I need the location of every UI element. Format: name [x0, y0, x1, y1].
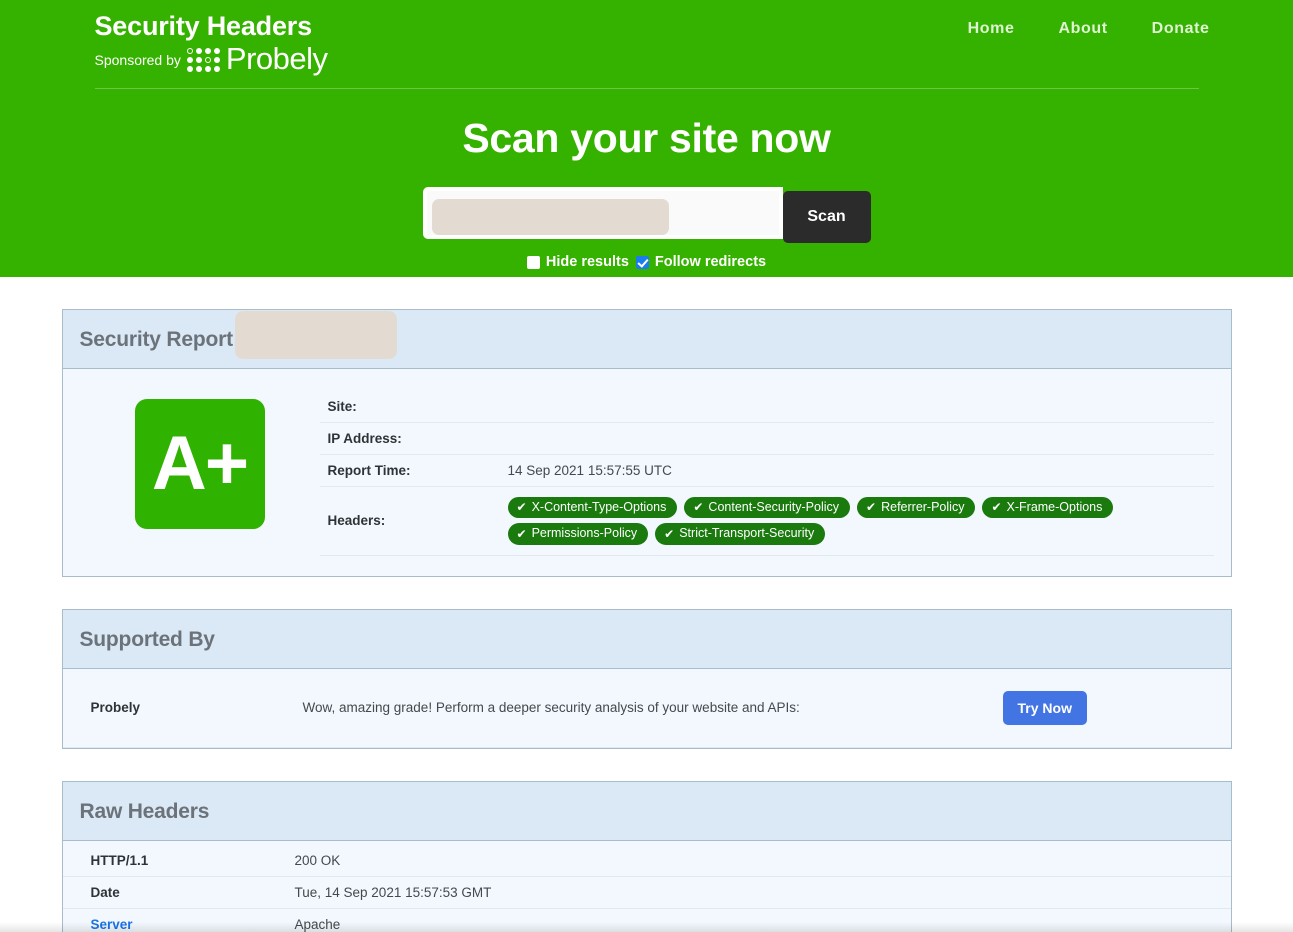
status-badge: ✔ X-Content-Type-Options: [507, 497, 678, 519]
scan-button[interactable]: Scan: [782, 191, 871, 243]
option-follow-redirects[interactable]: Follow redirects: [635, 254, 767, 270]
top-navigation: Home About Donate: [946, 6, 1232, 40]
probely-wordmark: Probely: [225, 41, 328, 76]
status-badge-label: Referrer-Policy: [881, 500, 965, 514]
brand-block[interactable]: Security Headers Sponsored by Probely: [62, 6, 329, 76]
site-logo-title: Security Headers: [94, 11, 313, 41]
check-icon: ✔: [664, 526, 675, 541]
header-badge-list: ✔ X-Content-Type-Options ✔ Content-Secur…: [507, 495, 1128, 547]
site-header: Security Headers Sponsored by Probely Ho…: [0, 0, 1293, 277]
nav-link-about[interactable]: About: [1036, 18, 1129, 40]
check-icon: ✔: [693, 500, 704, 515]
summary-key-report-time: Report Time:: [319, 454, 508, 487]
raw-panel-title: Raw Headers: [79, 799, 210, 823]
supported-panel-header: Supported By: [62, 609, 1231, 669]
check-icon: ✔: [991, 500, 1002, 515]
grade-column: A+: [80, 391, 320, 529]
table-row: Report Time: 14 Sep 2021 15:57:55 UTC: [319, 454, 1214, 487]
nav-link-home[interactable]: Home: [946, 18, 1037, 40]
scan-form: Scan: [62, 187, 1232, 243]
summary-key-site: Site:: [319, 391, 508, 423]
raw-key-http: HTTP/1.1: [62, 840, 295, 877]
probely-logo[interactable]: Probely: [187, 41, 328, 76]
nav-link-donate[interactable]: Donate: [1130, 18, 1232, 40]
summary-layout: A+ Site: IP Address: Report Time: 14 Sep…: [63, 311, 1231, 576]
table-row: IP Address:: [319, 422, 1214, 455]
option-hide-results[interactable]: Hide results: [526, 254, 629, 270]
summary-value-headers: ✔ X-Content-Type-Options ✔ Content-Secur…: [507, 486, 1214, 556]
supported-table: Probely Wow, amazing grade! Perform a de…: [62, 668, 1231, 748]
summary-key-ip: IP Address:: [319, 422, 508, 455]
status-badge-label: Strict-Transport-Security: [679, 526, 815, 541]
scan-options: Hide results Follow redirects: [62, 254, 1232, 270]
status-badge: ✔ X-Frame-Options: [982, 497, 1114, 519]
check-icon: ✔: [516, 526, 527, 541]
try-now-button[interactable]: Try Now: [1002, 690, 1087, 725]
grade-badge: A+: [134, 399, 265, 529]
sponsor-description-cell: Wow, amazing grade! Perform a deeper sec…: [302, 668, 1003, 748]
table-row: Server Apache: [62, 908, 1231, 932]
raw-value-server: Apache: [294, 908, 1231, 932]
summary-value-ip: [507, 422, 1214, 455]
supported-panel-title: Supported By: [79, 627, 215, 651]
raw-key-server-link[interactable]: Server: [91, 917, 133, 932]
table-row: Site:: [319, 391, 1214, 423]
summary-value-site: [507, 391, 1214, 423]
summary-table: Site: IP Address: Report Time: 14 Sep 20…: [319, 391, 1214, 556]
check-icon: ✔: [866, 500, 877, 515]
security-report-summary-panel: Security Report Summary A+ Site: IP Addr…: [61, 309, 1232, 577]
summary-panel-body: A+ Site: IP Address: Report Time: 14 Sep…: [63, 311, 1231, 576]
redacted-site-block: [234, 311, 397, 359]
table-row: Headers: ✔ X-Content-Type-Options ✔ Cont…: [319, 486, 1214, 556]
table-row: Date Tue, 14 Sep 2021 15:57:53 GMT: [62, 876, 1231, 909]
table-row: HTTP/1.1 200 OK: [62, 840, 1231, 877]
sponsor-row: Sponsored by Probely: [94, 41, 329, 76]
supported-by-panel: Supported By Probely Wow, amazing grade!…: [61, 608, 1232, 749]
status-badge: ✔ Permissions-Policy: [507, 523, 649, 545]
raw-value-date: Tue, 14 Sep 2021 15:57:53 GMT: [294, 876, 1231, 909]
summary-key-headers: Headers:: [319, 486, 508, 556]
page-title: Scan your site now: [462, 115, 831, 161]
raw-key-server: Server: [62, 908, 295, 932]
main-content: Security Report Summary A+ Site: IP Addr…: [47, 309, 1247, 932]
supported-panel-body: Probely Wow, amazing grade! Perform a de…: [62, 668, 1231, 748]
sponsored-by-label: Sponsored by: [94, 52, 181, 68]
check-icon: ✔: [516, 500, 527, 515]
status-badge-label: X-Content-Type-Options: [531, 500, 667, 514]
status-badge: ✔ Referrer-Policy: [857, 497, 976, 519]
table-row: Probely Wow, amazing grade! Perform a de…: [62, 668, 1231, 748]
status-badge: ✔ Strict-Transport-Security: [655, 523, 826, 545]
sponsor-name-cell: Probely: [62, 668, 303, 748]
status-badge: ✔ Content-Security-Policy: [684, 497, 851, 519]
summary-value-report-time: 14 Sep 2021 15:57:55 UTC: [507, 454, 1214, 487]
raw-value-http: 200 OK: [294, 840, 1231, 877]
hide-results-checkbox[interactable]: [526, 255, 540, 269]
raw-headers-panel: Raw Headers HTTP/1.1 200 OK Date Tue, 14…: [61, 780, 1232, 932]
status-badge-label: X-Frame-Options: [1006, 500, 1103, 514]
raw-panel-header: Raw Headers: [62, 781, 1231, 841]
scan-url-input[interactable]: [426, 191, 779, 235]
probely-dotgrid-icon: [187, 48, 221, 73]
raw-headers-table: HTTP/1.1 200 OK Date Tue, 14 Sep 2021 15…: [62, 840, 1231, 932]
sponsor-action-cell: Try Now: [1002, 668, 1231, 748]
scan-input-wrapper[interactable]: [422, 187, 783, 239]
follow-redirects-label: Follow redirects: [654, 254, 767, 270]
brand-and-nav-row: Security Headers Sponsored by Probely Ho…: [62, 0, 1232, 82]
status-badge-label: Permissions-Policy: [531, 526, 638, 541]
status-badge-label: Content-Security-Policy: [708, 500, 840, 514]
follow-redirects-checkbox[interactable]: [635, 255, 649, 269]
hide-results-label: Hide results: [545, 254, 629, 270]
raw-key-date: Date: [62, 876, 295, 909]
raw-panel-body: HTTP/1.1 200 OK Date Tue, 14 Sep 2021 15…: [62, 840, 1231, 932]
